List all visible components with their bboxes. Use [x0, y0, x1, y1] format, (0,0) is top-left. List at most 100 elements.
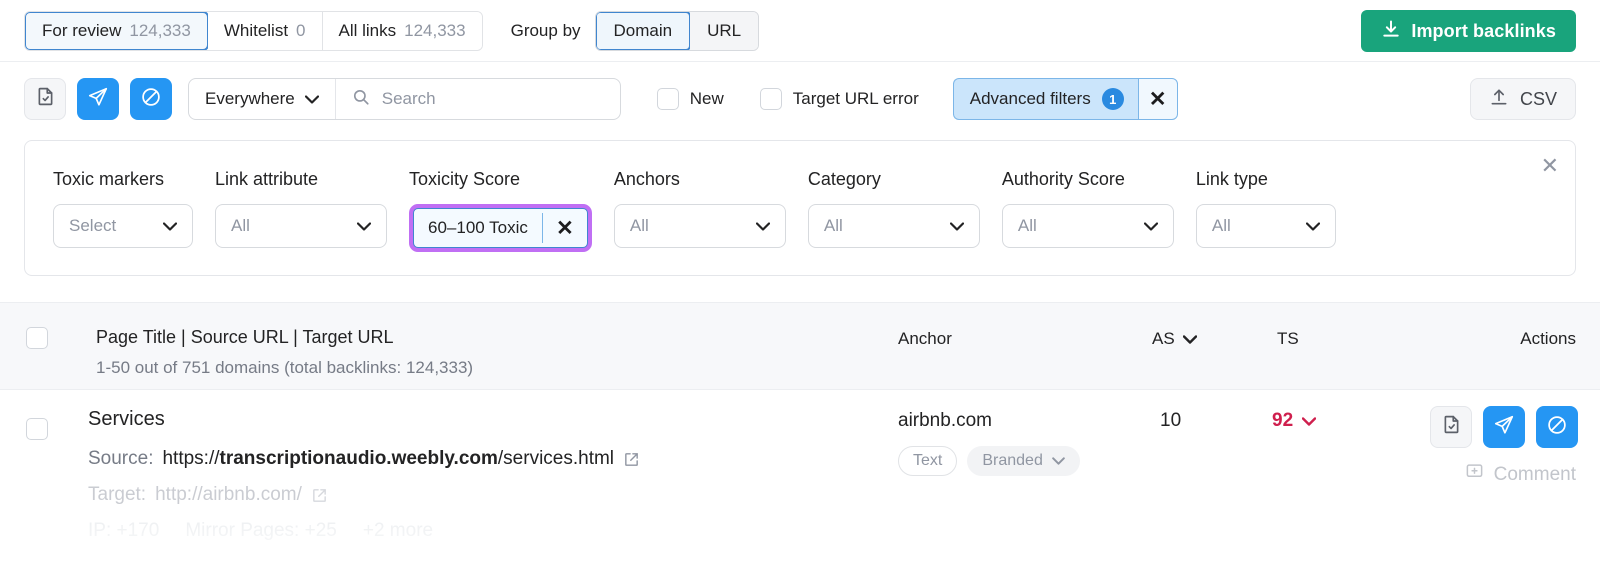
top-bar: For review 124,333 Whitelist 0 All links… [0, 0, 1600, 62]
filter-new-label: New [690, 89, 724, 109]
column-header-as[interactable]: AS [1152, 329, 1197, 349]
filter-field-toxicity-score: Toxicity Score 60–100 Toxic ✕ [409, 169, 592, 252]
whitelist-button[interactable] [24, 78, 66, 120]
anchors-select[interactable]: All [614, 204, 786, 248]
category-select[interactable]: All [808, 204, 980, 248]
tab-for-review-label: For review [42, 21, 121, 41]
import-backlinks-button[interactable]: Import backlinks [1361, 10, 1576, 52]
results-count-label: 1-50 out of 751 domains (total backlinks… [96, 358, 473, 378]
close-panel-button[interactable]: ✕ [1541, 155, 1559, 177]
filter-field-anchors: Anchors All [614, 169, 786, 252]
column-header-actions: Actions [1520, 329, 1576, 349]
clear-advanced-filters-button[interactable]: ✕ [1138, 78, 1178, 120]
filter-label-toxic-markers: Toxic markers [53, 169, 193, 190]
tab-whitelist-count: 0 [296, 21, 305, 41]
search-icon [352, 88, 370, 111]
row-meta-more[interactable]: +2 more [363, 520, 433, 542]
filter-target-url-error[interactable]: Target URL error [760, 88, 919, 110]
table-header: Page Title | Source URL | Target URL 1-5… [0, 302, 1600, 390]
review-tabs: For review 124,333 Whitelist 0 All links… [24, 11, 483, 51]
row-target-url: Target: http://airbnb.com/ [88, 484, 328, 506]
anchor-tag-branded[interactable]: Branded [967, 446, 1080, 476]
add-comment-icon [1465, 462, 1484, 487]
filter-new[interactable]: New [657, 88, 724, 110]
search-input[interactable] [382, 89, 604, 109]
select-all-checkbox[interactable] [26, 327, 48, 349]
anchor-tag-text: Text [898, 446, 957, 476]
column-header-ts[interactable]: TS [1277, 329, 1299, 349]
row-block-button[interactable] [1536, 406, 1578, 448]
row-comment-label: Comment [1494, 464, 1576, 486]
authority-score-value: All [1018, 216, 1055, 236]
row-meta-ip[interactable]: IP: +170 [88, 520, 159, 542]
filter-label-toxicity-score: Toxicity Score [409, 169, 592, 190]
send-to-disavow-button[interactable] [77, 78, 119, 120]
filter-field-link-type: Link type All [1196, 169, 1336, 252]
toxicity-score-value: 60–100 Toxic [414, 218, 542, 238]
filter-target-url-error-checkbox[interactable] [760, 88, 782, 110]
column-header-as-label: AS [1152, 329, 1175, 349]
row-select-checkbox[interactable] [26, 418, 48, 440]
block-icon [1546, 414, 1568, 441]
row-source-url: Source: https://transcriptionaudio.weebl… [88, 448, 640, 470]
advanced-filters-panel: ✕ Toxic markers Select Link attribute Al… [24, 140, 1576, 276]
chevron-down-icon [163, 216, 177, 236]
tab-whitelist-label: Whitelist [224, 21, 288, 41]
column-header-anchor: Anchor [898, 329, 952, 349]
send-to-disavow-icon [87, 86, 109, 113]
advanced-filters-control: Advanced filters 1 ✕ [953, 78, 1178, 120]
table-row: Services Source: https://transcriptionau… [0, 390, 1600, 582]
row-send-to-disavow-button[interactable] [1483, 406, 1525, 448]
export-csv-button[interactable]: CSV [1470, 78, 1576, 120]
link-attribute-select[interactable]: All [215, 204, 387, 248]
tab-for-review-count: 124,333 [129, 21, 190, 41]
row-page-title[interactable]: Services [88, 408, 165, 431]
filter-new-checkbox[interactable] [657, 88, 679, 110]
authority-score-select[interactable]: All [1002, 204, 1174, 248]
row-source-value[interactable]: https://transcriptionaudio.weebly.com/se… [162, 448, 614, 470]
tab-all-links-label: All links [339, 21, 397, 41]
clear-toxicity-score-button[interactable]: ✕ [543, 216, 587, 241]
scope-select[interactable]: Everywhere [189, 79, 336, 119]
row-source-prefix: https:// [162, 448, 219, 469]
group-by-domain[interactable]: Domain [595, 11, 692, 51]
filter-fields: Toxic markers Select Link attribute All [25, 141, 1575, 252]
filter-label-category: Category [808, 169, 980, 190]
tab-whitelist[interactable]: Whitelist 0 [208, 12, 323, 50]
row-comment-button[interactable]: Comment [1465, 462, 1576, 487]
toxic-markers-select[interactable]: Select [53, 204, 193, 248]
row-whitelist-button[interactable] [1430, 406, 1472, 448]
row-target-value[interactable]: http://airbnb.com/ [155, 484, 302, 506]
group-by-toggle: Domain URL [595, 11, 760, 51]
scope-and-search: Everywhere [188, 78, 621, 120]
chevron-down-icon [1306, 216, 1320, 236]
scope-select-value: Everywhere [205, 89, 295, 109]
row-actions [1430, 406, 1578, 448]
chevron-down-icon [357, 216, 371, 236]
bulk-action-buttons [24, 78, 172, 120]
chevron-down-icon [1144, 216, 1158, 236]
toxicity-score-field[interactable]: 60–100 Toxic ✕ [413, 208, 588, 248]
link-type-select[interactable]: All [1196, 204, 1336, 248]
chevron-down-icon [1183, 329, 1197, 349]
column-header-page-title: Page Title | Source URL | Target URL [96, 327, 394, 348]
filter-label-link-type: Link type [1196, 169, 1336, 190]
row-meta-mirror-pages[interactable]: Mirror Pages: +25 [185, 520, 337, 542]
anchors-value: All [630, 216, 667, 236]
row-toxicity-score[interactable]: 92 [1272, 410, 1316, 432]
tab-all-links-count: 124,333 [404, 21, 465, 41]
row-source-path: /services.html [498, 448, 614, 469]
tab-for-review[interactable]: For review 124,333 [24, 11, 209, 51]
group-by-url[interactable]: URL [690, 12, 758, 50]
tab-all-links[interactable]: All links 124,333 [323, 12, 482, 50]
chevron-down-icon [1052, 452, 1065, 470]
advanced-filters-button[interactable]: Advanced filters 1 [953, 78, 1138, 120]
download-icon [1381, 19, 1401, 44]
backlink-audit-page: For review 124,333 Whitelist 0 All links… [0, 0, 1600, 582]
send-to-disavow-icon [1493, 414, 1515, 441]
block-button[interactable] [130, 78, 172, 120]
external-link-icon[interactable] [311, 487, 328, 504]
row-target-label: Target: [88, 484, 146, 506]
external-link-icon[interactable] [623, 451, 640, 468]
filter-field-category: Category All [808, 169, 980, 252]
